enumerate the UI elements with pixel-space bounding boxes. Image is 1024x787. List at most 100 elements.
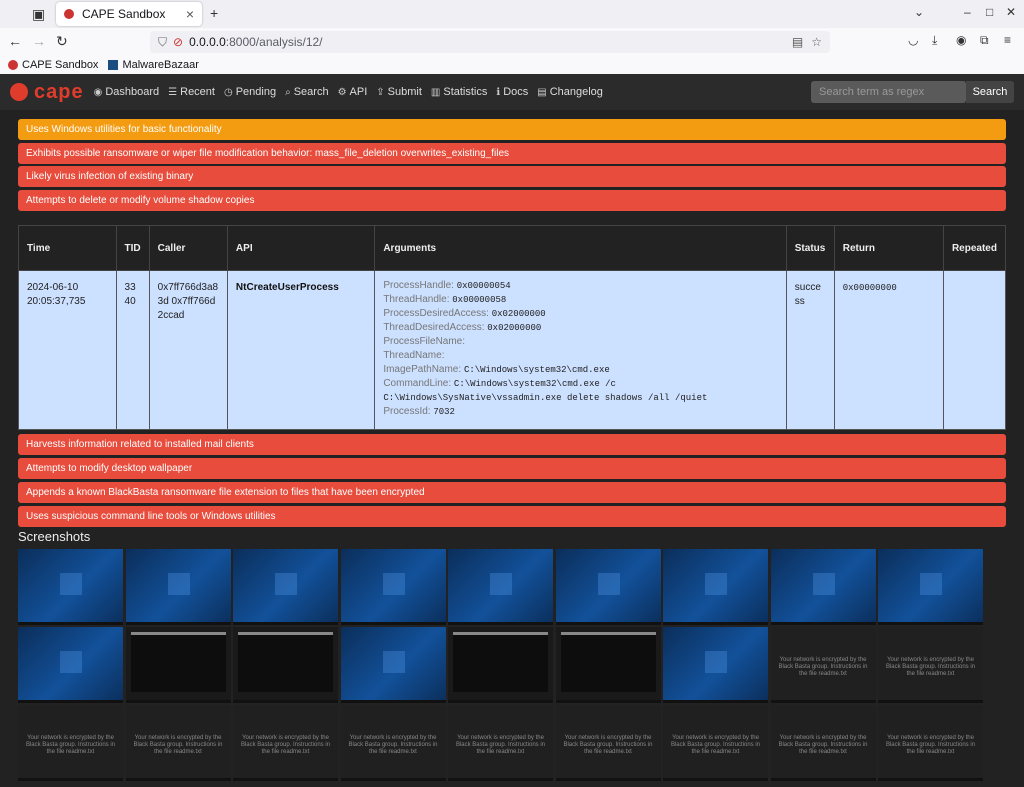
menu-icon[interactable]: ≡ xyxy=(1004,33,1011,47)
screenshots-heading: Screenshots xyxy=(18,529,91,544)
taskbar xyxy=(663,778,768,781)
screenshot-thumbnail[interactable]: Your network is encrypted by the Black B… xyxy=(770,705,876,781)
nav-item-api[interactable]: ⚙ API xyxy=(338,86,368,98)
column-header[interactable]: Arguments xyxy=(374,225,787,271)
screenshot-thumbnail[interactable] xyxy=(770,549,876,625)
nav-item-changelog[interactable]: ▤ Changelog xyxy=(537,86,603,98)
signature-alert[interactable]: Attempts to modify desktop wallpaper xyxy=(18,458,1006,479)
nav-item-label: Changelog xyxy=(549,86,603,98)
taskbar xyxy=(555,700,661,703)
maximize-icon[interactable]: □ xyxy=(986,5,993,19)
signature-alert[interactable]: Appends a known BlackBasta ransomware fi… xyxy=(18,482,1006,503)
tab-overview-icon[interactable]: ▣ xyxy=(32,6,45,23)
screenshot-thumbnail[interactable]: Your network is encrypted by the Black B… xyxy=(18,705,123,781)
reload-icon[interactable]: ↻ xyxy=(56,33,68,50)
nav-item-docs[interactable]: ℹ Docs xyxy=(496,86,528,98)
screenshot-thumbnail[interactable] xyxy=(340,627,446,703)
bookmark-label: MalwareBazaar xyxy=(122,59,199,71)
nav-item-statistics[interactable]: ▥ Statistics xyxy=(431,86,487,98)
screenshot-thumbnail[interactable] xyxy=(555,549,661,625)
screenshot-thumbnail[interactable] xyxy=(340,549,446,625)
nav-item-submit[interactable]: ⇪ Submit xyxy=(376,86,422,98)
argument-name: ProcessFileName: xyxy=(383,336,466,347)
screenshot-thumbnail[interactable] xyxy=(125,627,231,703)
screenshot-thumbnail[interactable]: Your network is encrypted by the Black B… xyxy=(878,627,983,703)
bookmarks-bar: CAPE Sandbox MalwareBazaar xyxy=(0,56,1024,74)
cape-logo-icon xyxy=(10,83,28,101)
screenshot-thumbnail[interactable] xyxy=(878,549,983,625)
cell-api: NtCreateUserProcess xyxy=(226,270,376,430)
nav-item-search[interactable]: ⌕ Search xyxy=(285,86,328,98)
new-tab-icon[interactable]: + xyxy=(210,5,218,21)
column-header[interactable]: TID xyxy=(115,225,150,271)
screenshot-thumbnail[interactable] xyxy=(663,627,768,703)
signature-alert[interactable]: Uses Windows utilities for basic functio… xyxy=(18,119,1006,140)
screenshot-thumbnail[interactable]: Your network is encrypted by the Black B… xyxy=(770,627,876,703)
nav-item-pending[interactable]: ◷ Pending xyxy=(224,86,276,98)
reader-view-icon[interactable]: ▤ xyxy=(792,35,803,49)
bookmark-malwarebazaar[interactable]: MalwareBazaar xyxy=(108,59,199,71)
taskbar xyxy=(663,700,768,703)
signature-alert[interactable]: Attempts to delete or modify volume shad… xyxy=(18,190,1006,211)
minimize-icon[interactable]: – xyxy=(964,5,971,19)
extensions-icon[interactable]: ⧉ xyxy=(980,33,989,48)
url-bar[interactable]: ⛉ ⊘ 0.0.0.0 :8000/analysis/12/ ▤ ☆ xyxy=(150,31,830,53)
screenshot-thumbnail[interactable] xyxy=(448,627,553,703)
back-icon[interactable]: ← xyxy=(8,33,22,49)
nav-item-label: Statistics xyxy=(443,86,488,98)
argument-value: C:\Windows\system32\cmd.exe xyxy=(463,365,610,375)
screenshot-thumbnail[interactable]: Your network is encrypted by the Black B… xyxy=(448,705,553,781)
tab-list-icon[interactable]: ⌄ xyxy=(914,5,924,19)
nav-item-recent[interactable]: ☰ Recent xyxy=(168,86,215,98)
signature-alert[interactable]: Exhibits possible ransomware or wiper fi… xyxy=(18,143,1006,164)
screenshot-thumbnail[interactable]: Your network is encrypted by the Black B… xyxy=(340,705,446,781)
cape-navbar: cape ◉ Dashboard ☰ Recent ◷ Pending ⌕ Search ⚙ AP… xyxy=(0,74,1024,110)
column-header[interactable]: Return xyxy=(833,225,944,271)
windows-logo-icon xyxy=(167,573,190,595)
screenshot-thumbnail[interactable] xyxy=(555,627,661,703)
nav-toolbar: ← → ↻ ⛉ ⊘ 0.0.0.0 :8000/analysis/12/ ▤ ☆… xyxy=(0,28,1024,56)
screenshot-thumbnail[interactable]: Your network is encrypted by the Black B… xyxy=(878,705,983,781)
screenshot-thumbnail[interactable]: Your network is encrypted by the Black B… xyxy=(233,705,338,781)
bookmark-star-icon[interactable]: ☆ xyxy=(811,35,822,49)
taskbar xyxy=(18,622,123,625)
taskbar xyxy=(555,622,661,625)
account-icon[interactable]: ◉ xyxy=(956,33,966,47)
screenshot-thumbnail[interactable] xyxy=(18,549,123,625)
taskbar xyxy=(233,622,338,625)
column-header[interactable]: Repeated xyxy=(942,225,1007,271)
screenshot-thumbnail[interactable] xyxy=(125,549,231,625)
taskbar xyxy=(125,700,231,703)
close-window-icon[interactable]: ✕ xyxy=(1006,5,1016,19)
screenshot-thumbnail[interactable]: Your network is encrypted by the Black B… xyxy=(663,705,768,781)
signature-alert[interactable]: Likely virus infection of existing binar… xyxy=(18,166,1006,187)
browser-tab[interactable]: CAPE Sandbox × xyxy=(56,2,202,26)
close-tab-icon[interactable]: × xyxy=(186,6,194,22)
downloads-icon[interactable]: ⤓ xyxy=(932,33,937,48)
column-header[interactable]: API xyxy=(226,225,376,271)
signature-alert[interactable]: Harvests information related to installe… xyxy=(18,434,1006,455)
screenshot-thumbnail[interactable]: Your network is encrypted by the Black B… xyxy=(125,705,231,781)
screenshot-thumbnail[interactable] xyxy=(233,627,338,703)
bookmark-label: CAPE Sandbox xyxy=(22,59,99,71)
screenshot-thumbnail[interactable] xyxy=(448,549,553,625)
forward-icon[interactable]: → xyxy=(32,33,46,49)
signature-alert[interactable]: Uses suspicious command line tools or Wi… xyxy=(18,506,1006,527)
screenshot-thumbnail[interactable] xyxy=(18,627,123,703)
terminal-window xyxy=(130,632,226,692)
search-input[interactable]: Search term as regex xyxy=(811,81,966,103)
screenshot-thumbnail[interactable] xyxy=(663,549,768,625)
api-call-table: Time TID Caller API Arguments Status Return Rep… xyxy=(18,225,1007,430)
cape-logo[interactable]: cape xyxy=(10,81,84,104)
nav-item-dashboard[interactable]: ◉ Dashboard xyxy=(94,86,160,98)
page-info-icon[interactable]: ⛉ xyxy=(158,35,167,50)
screenshot-thumbnail[interactable] xyxy=(233,549,338,625)
column-header[interactable]: Time xyxy=(18,225,117,271)
column-header[interactable]: Caller xyxy=(148,225,228,271)
column-header[interactable]: Status xyxy=(785,225,835,271)
screenshot-thumbnail[interactable]: Your network is encrypted by the Black B… xyxy=(555,705,661,781)
taskbar xyxy=(878,778,983,781)
search-button[interactable]: Search xyxy=(966,81,1014,103)
bookmark-cape[interactable]: CAPE Sandbox xyxy=(8,59,98,71)
pocket-icon[interactable]: ◡ xyxy=(908,33,918,47)
